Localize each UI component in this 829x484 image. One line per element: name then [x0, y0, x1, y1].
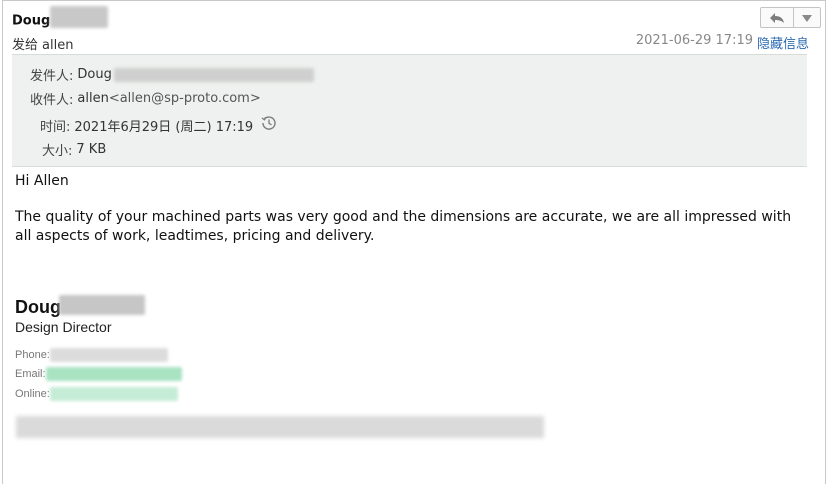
sender-name: Doug — [12, 6, 109, 32]
size-value: 7 KB — [76, 142, 107, 157]
phone-label: Phone: — [15, 349, 50, 361]
time-label: 时间: — [40, 119, 71, 135]
signature-name: Doug — [15, 295, 145, 318]
message-datetime: 2021-06-29 17:19 — [635, 33, 753, 48]
signature-title: Design Director — [15, 319, 112, 335]
redacted-signature-name — [58, 295, 145, 316]
details-size-row: 大小: 7 KB — [42, 140, 106, 159]
signature-email: Email: — [15, 367, 182, 381]
message-details-panel: 发件人: Doug 收件人: allen <allen@sp-proto.com… — [12, 54, 807, 167]
hide-info-link[interactable]: 隐藏信息 — [757, 33, 809, 52]
more-actions-button[interactable] — [793, 8, 820, 27]
redacted-sender-name — [50, 6, 109, 28]
to-name[interactable]: allen — [77, 91, 108, 106]
details-to-row: 收件人: allen <allen@sp-proto.com> — [30, 89, 261, 108]
from-value: Doug — [77, 67, 112, 82]
chevron-down-icon — [802, 14, 812, 22]
time-value: 2021年6月29日 (周二) 17:19 — [74, 119, 254, 135]
redacted-website-link[interactable] — [49, 387, 178, 401]
reply-icon — [770, 12, 784, 23]
redacted-signature-address — [16, 416, 544, 438]
signature-phone: Phone: — [15, 348, 168, 362]
size-label: 大小: — [42, 144, 73, 159]
redacted-from-address — [113, 67, 314, 82]
to-prefix: 发给 — [12, 38, 39, 53]
redacted-email-link[interactable] — [45, 367, 182, 381]
from-label: 发件人: — [30, 69, 74, 84]
greeting: Hi Allen — [15, 173, 69, 189]
sender-name-text: Doug — [12, 13, 51, 29]
redacted-phone — [49, 348, 168, 362]
history-clock-icon[interactable] — [261, 115, 277, 135]
email-label: Email: — [15, 368, 46, 380]
signature-online: Online: — [15, 387, 178, 401]
details-from-row: 发件人: Doug — [30, 65, 314, 84]
signature-name-text: Doug — [15, 297, 61, 317]
recipient-name: allen — [42, 38, 74, 53]
message-body: Hi Allen The quality of your machined pa… — [15, 172, 805, 246]
to-label: 收件人: — [30, 93, 74, 108]
reply-button[interactable] — [761, 8, 793, 27]
message-actions — [760, 7, 821, 28]
body-paragraph: The quality of your machined parts was v… — [15, 209, 792, 244]
details-time-row: 时间: 2021年6月29日 (周二) 17:19 — [40, 115, 277, 135]
online-label: Online: — [15, 388, 50, 400]
to-address: <allen@sp-proto.com> — [108, 91, 261, 106]
recipient-line: 发给 allen — [12, 34, 73, 53]
